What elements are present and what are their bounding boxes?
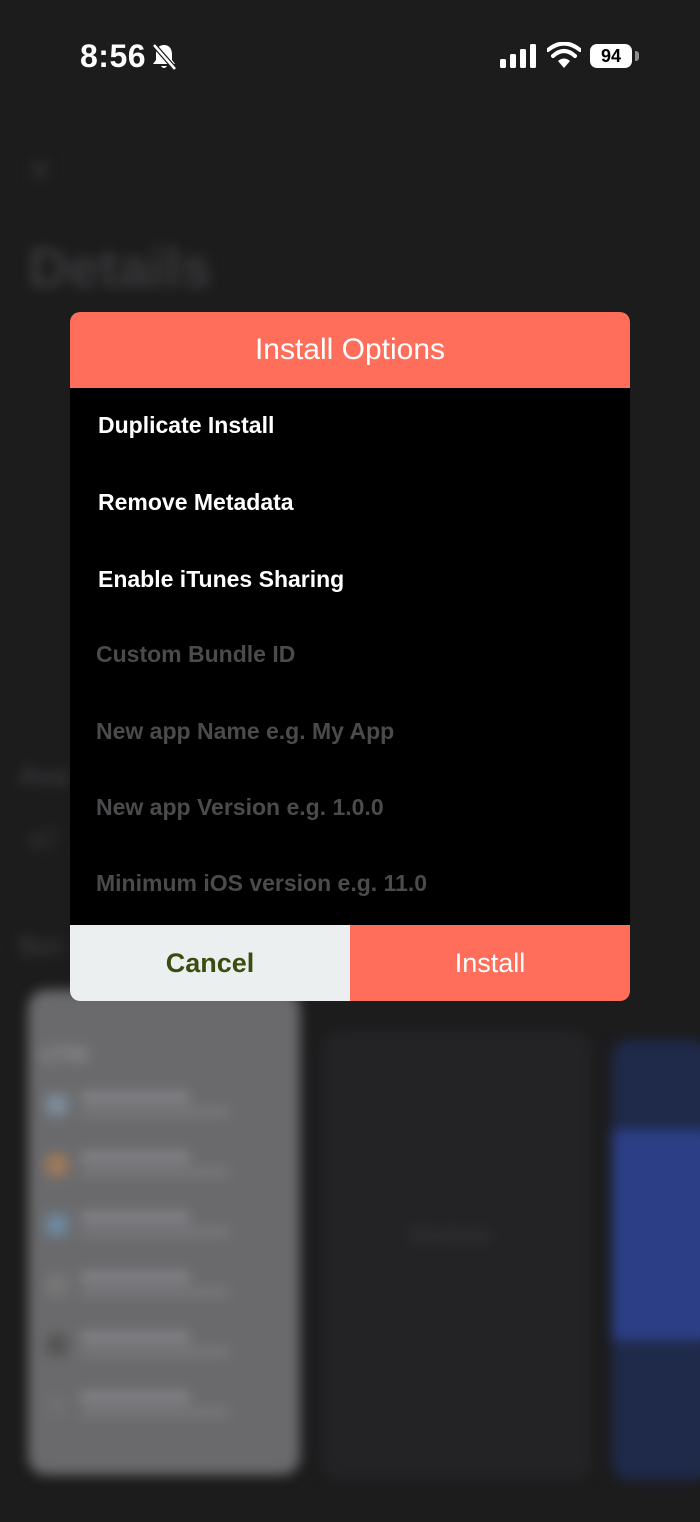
battery-icon: 94 — [590, 44, 632, 68]
screenshot-card: UTM — [28, 990, 300, 1475]
option-remove-metadata[interactable]: Remove Metadata — [98, 489, 294, 516]
list-item — [46, 1150, 276, 1184]
background-section-available: Ava — [18, 760, 69, 791]
app-version-field[interactable] — [96, 787, 596, 827]
dialog-header: Install Options — [70, 312, 630, 388]
bundle-id-field[interactable] — [96, 634, 596, 674]
list-item — [46, 1210, 276, 1244]
screenshot-card — [612, 1040, 700, 1480]
status-bar: 8:56 94 — [0, 0, 700, 110]
install-options-dialog: Install Options Duplicate Install Remove… — [70, 312, 630, 1001]
list-item — [46, 1330, 276, 1364]
card-title: UTM — [40, 1042, 88, 1067]
list-item — [46, 1090, 276, 1124]
battery-cap — [635, 51, 639, 61]
dialog-title: Install Options — [254, 333, 446, 366]
background-number: 47 — [28, 825, 60, 856]
cancel-button[interactable]: Cancel — [70, 925, 350, 1001]
list-item — [46, 1390, 276, 1424]
cellular-signal-icon — [500, 44, 536, 68]
list-item — [46, 1270, 276, 1304]
app-name-field[interactable] — [96, 711, 596, 751]
background-section-screenshots: Scr — [18, 930, 64, 961]
status-time: 8:56 — [80, 38, 147, 74]
min-ios-version-field[interactable] — [96, 863, 596, 903]
background-title: Details — [28, 236, 212, 299]
wifi-icon — [547, 42, 581, 68]
install-button[interactable]: Install — [350, 925, 630, 1001]
battery-level: 94 — [600, 46, 622, 66]
close-icon: × — [28, 148, 52, 192]
bell-slash-icon — [152, 43, 177, 71]
card-text: Windows — [410, 1225, 492, 1247]
screenshot-card: Windows — [322, 1030, 592, 1480]
option-enable-itunes-sharing[interactable]: Enable iTunes Sharing — [98, 566, 344, 593]
option-duplicate-install[interactable]: Duplicate Install — [98, 412, 274, 439]
